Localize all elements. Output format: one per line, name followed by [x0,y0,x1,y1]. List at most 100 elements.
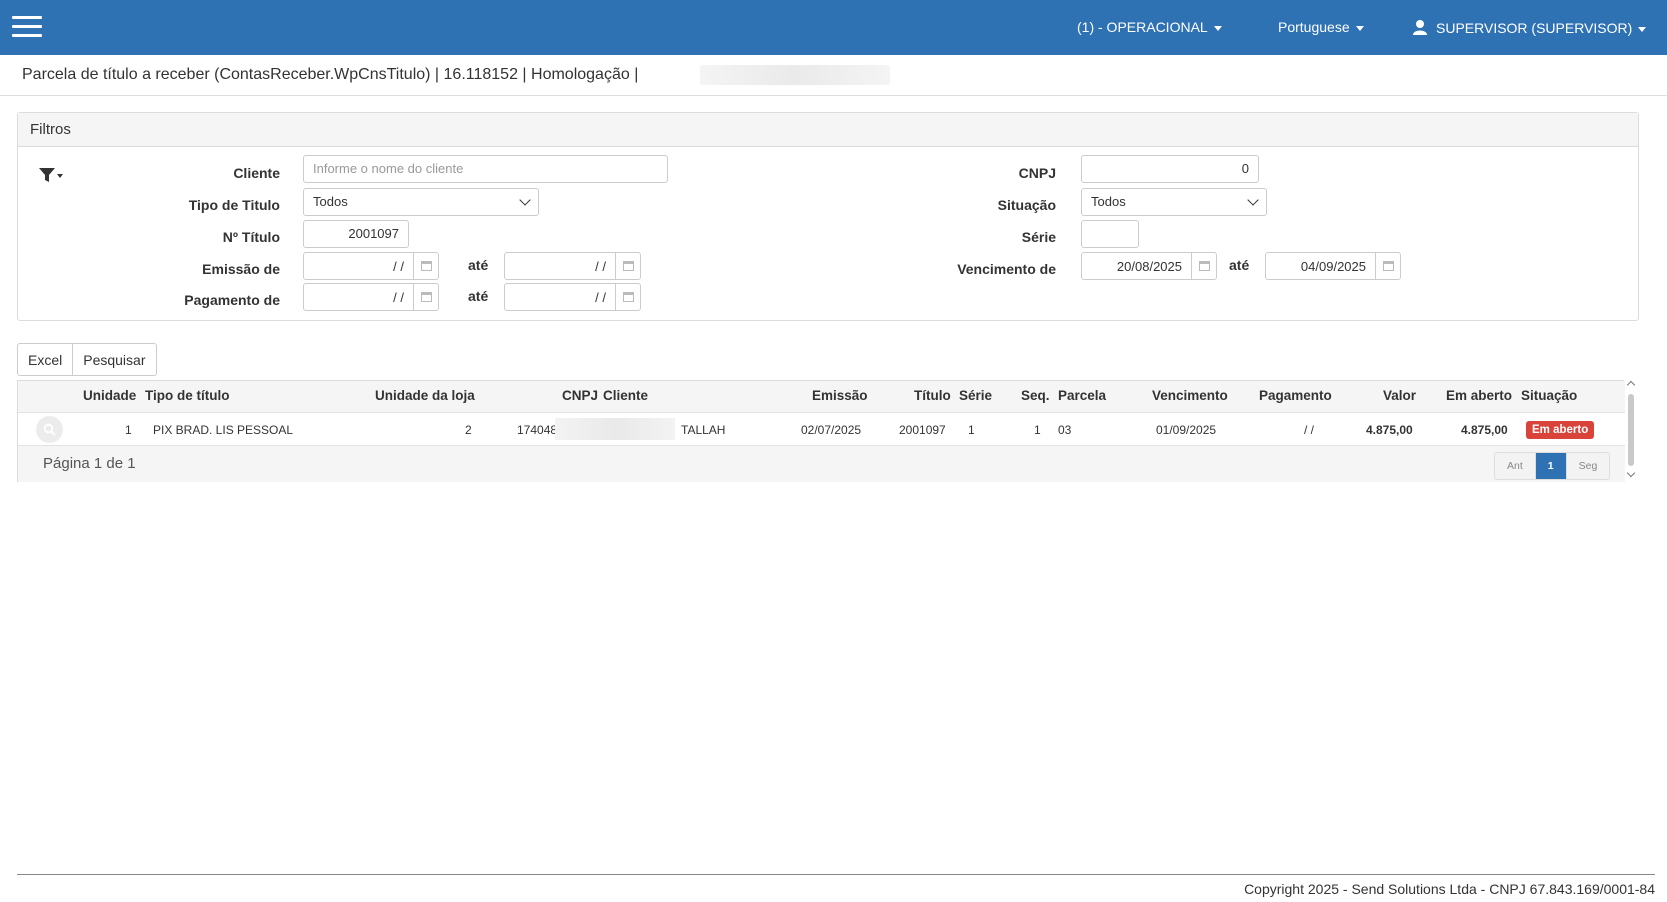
chevron-down-icon [1638,26,1647,32]
language-dropdown[interactable]: Portuguese [1278,19,1364,35]
calendar-icon [1199,261,1210,271]
emissao-ate-input[interactable]: / / [504,252,641,280]
scrollbar-thumb[interactable] [1628,394,1634,466]
filter-icon[interactable] [38,165,64,185]
calendar-button[interactable] [413,284,438,310]
user-label: SUPERVISOR (SUPERVISOR) [1436,20,1633,36]
table-row[interactable]: 1 PIX BRAD. LIS PESSOAL 2 174048 TALLAH … [18,413,1625,446]
pagamento-de-input[interactable]: / / [303,283,439,311]
status-badge: Em aberto [1526,421,1595,439]
col-titulo[interactable]: Título [914,388,951,403]
vencimento-de-input[interactable]: 20/08/2025 [1081,252,1217,280]
col-cliente[interactable]: Cliente [603,388,648,403]
serie-input[interactable] [1081,220,1139,248]
page-1-button[interactable]: 1 [1534,453,1566,479]
view-button[interactable] [36,416,63,443]
col-seq[interactable]: Seq. [1021,388,1050,403]
cell-pagamento: / / [1304,423,1315,437]
cliente-label: Cliente [233,165,280,181]
cell-cnpj: 174048 [517,423,558,437]
menu-icon[interactable] [12,16,42,38]
numero-titulo-input[interactable]: 2001097 [303,220,409,248]
pesquisar-button[interactable]: Pesquisar [73,343,157,376]
cell-cliente: TALLAH [681,423,726,437]
chevron-down-icon[interactable] [1626,468,1636,478]
cliente-input[interactable]: Informe o nome do cliente [303,155,668,183]
numero-titulo-label: Nº Título [222,229,280,245]
top-navbar: (1) - OPERACIONAL Portuguese SUPERVISOR … [0,0,1667,55]
cell-vencimento: 01/09/2025 [1156,423,1217,437]
col-parcela[interactable]: Parcela [1058,388,1106,403]
col-serie[interactable]: Série [959,388,992,403]
cell-valor: 4.875,00 [1366,423,1413,437]
pagamento-ate-value: / / [595,290,606,305]
prev-page-button[interactable]: Ant [1495,453,1535,479]
table-header: Unidade Tipo de título Unidade da loja C… [18,381,1625,413]
unit-label: (1) - OPERACIONAL [1077,19,1208,35]
emissao-label: Emissão de [202,261,280,277]
situacao-label: Situação [997,197,1056,213]
col-valor[interactable]: Valor [1383,388,1416,403]
filters-heading: Filtros [18,113,1638,147]
chevron-up-icon[interactable] [1626,380,1636,390]
col-unidade-loja[interactable]: Unidade da loja [375,388,475,403]
cell-tipo-titulo: PIX BRAD. LIS PESSOAL [153,423,294,437]
col-vencimento[interactable]: Vencimento [1152,388,1228,403]
calendar-icon [421,292,432,302]
tipo-titulo-label: Tipo de Titulo [188,197,280,213]
calendar-icon [1383,261,1394,271]
pagamento-ate-input[interactable]: / / [504,283,641,311]
col-unidade[interactable]: Unidade [83,388,136,403]
col-situacao[interactable]: Situação [1521,388,1577,403]
chevron-down-icon [519,194,531,206]
col-cnpj[interactable]: CNPJ [562,388,598,403]
action-buttons: Excel Pesquisar [17,343,157,376]
situacao-select[interactable]: Todos [1081,188,1267,216]
next-page-button[interactable]: Seg [1565,453,1610,479]
emissao-ate-value: / / [595,259,606,274]
vencimento-ate-value: 04/09/2025 [1300,259,1366,274]
pagamento-label: Pagamento de [184,292,280,308]
calendar-icon [623,292,634,302]
unit-dropdown[interactable]: (1) - OPERACIONAL [1077,19,1222,35]
cnpj-input[interactable]: 0 [1081,155,1259,183]
grid-scrollbar[interactable] [1626,380,1636,482]
pagamento-de-value: / / [393,290,404,305]
grid-footer: Página 1 de 1 Ant 1 Seg [18,446,1625,482]
vencimento-de-value: 20/08/2025 [1116,259,1182,274]
cell-em-aberto: 4.875,00 [1461,423,1508,437]
calendar-button[interactable] [1191,253,1216,279]
search-icon [43,423,56,436]
cell-titulo: 2001097 [899,423,946,437]
redacted-text [700,65,890,85]
emissao-de-input[interactable]: / / [303,252,439,280]
cell-serie: 1 [968,423,975,437]
vencimento-ate-input[interactable]: 04/09/2025 [1265,252,1401,280]
cnpj-label: CNPJ [1018,165,1056,181]
col-pagamento[interactable]: Pagamento [1259,388,1332,403]
calendar-button[interactable] [615,284,640,310]
calendar-button[interactable] [615,253,640,279]
copyright-text: Copyright 2025 - Send Solutions Ltda - C… [1244,881,1655,897]
calendar-icon [623,261,634,271]
emissao-de-value: / / [393,259,404,274]
col-em-aberto[interactable]: Em aberto [1446,388,1512,403]
page-title: Parcela de título a receber (ContasReceb… [22,66,639,83]
col-emissao[interactable]: Emissão [812,388,868,403]
vencimento-ate-label: até [1229,257,1250,273]
tipo-titulo-select[interactable]: Todos [303,188,539,216]
language-label: Portuguese [1278,19,1350,35]
excel-button[interactable]: Excel [17,343,74,376]
calendar-button[interactable] [413,253,438,279]
calendar-button[interactable] [1375,253,1400,279]
cell-parcela: 03 [1058,423,1072,437]
cell-seq: 1 [1034,423,1041,437]
col-tipo-titulo[interactable]: Tipo de título [145,388,230,403]
vencimento-label: Vencimento de [957,261,1056,277]
pagamento-ate-label: até [468,288,489,304]
user-dropdown[interactable]: SUPERVISOR (SUPERVISOR) [1412,19,1647,36]
emissao-ate-label: até [468,257,489,273]
tipo-titulo-value: Todos [313,194,348,209]
serie-label: Série [1021,229,1056,245]
filters-panel: Filtros Cliente Informe o nome do client… [17,112,1639,321]
